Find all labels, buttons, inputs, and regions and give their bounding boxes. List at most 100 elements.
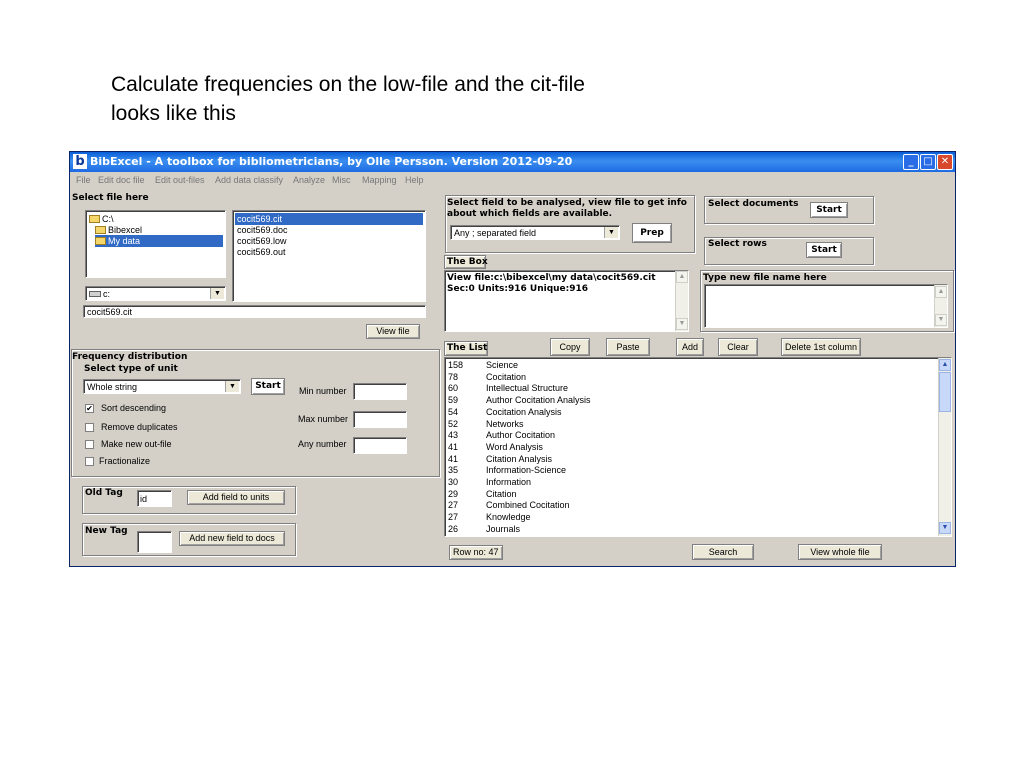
list-item[interactable]: 27 Knowledge	[448, 511, 928, 523]
scroll-up-icon[interactable]: ▲	[935, 286, 947, 298]
minimize-button[interactable]: _	[903, 154, 919, 170]
the-box-line-1: View file:c:\bibexcel\my data\cocit569.c…	[447, 273, 656, 283]
menu-analyze[interactable]: Analyze	[293, 172, 325, 188]
scroll-up-icon[interactable]: ▲	[676, 271, 688, 283]
paste-button[interactable]: Paste	[606, 338, 650, 356]
file-item[interactable]: cocit569.out	[237, 246, 286, 258]
the-list-scrollbar[interactable]: ▲ ▼	[938, 358, 951, 536]
list-item[interactable]: 29 Citation	[448, 488, 928, 500]
the-list[interactable]: 158 Science 78 Cocitation 60 Intellectual Str…	[444, 357, 952, 537]
new-file-name-input[interactable]: ▲ ▼	[704, 284, 948, 328]
scroll-down-icon[interactable]: ▼	[935, 314, 947, 326]
sort-descending-label: Sort descending	[101, 403, 167, 413]
title-bar[interactable]: b BibExcel - A toolbox for bibliometrici…	[70, 152, 955, 172]
make-new-out-file-label: Make new out-file	[101, 439, 172, 449]
chevron-down-icon[interactable]: ▼	[225, 381, 239, 392]
list-item[interactable]: 26 Journals	[448, 523, 928, 535]
folder-list[interactable]: C:\ Bibexcel My data	[85, 210, 226, 278]
menu-add-data-classify[interactable]: Add data classify	[215, 172, 283, 188]
add-button[interactable]: Add	[676, 338, 704, 356]
field-select[interactable]: Any ; separated field ▼	[450, 225, 620, 240]
list-item-term: Cocitation Analysis	[486, 406, 562, 417]
delete-first-column-button[interactable]: Delete 1st column	[781, 338, 861, 356]
list-item-count: 60	[448, 383, 459, 394]
chevron-down-icon[interactable]: ▼	[604, 227, 618, 238]
scroll-down-icon[interactable]: ▼	[939, 522, 951, 534]
sort-descending-checkbox[interactable]: ✔	[85, 404, 94, 413]
the-box-text[interactable]: View file:c:\bibexcel\my data\cocit569.c…	[444, 270, 689, 332]
scroll-down-icon[interactable]: ▼	[676, 318, 688, 330]
remove-duplicates-checkbox[interactable]	[85, 423, 94, 432]
prep-button[interactable]: Prep	[632, 223, 672, 243]
remove-duplicates-label: Remove duplicates	[101, 422, 178, 432]
select-rows-start-button[interactable]: Start	[806, 242, 842, 258]
filename-value: cocit569.cit	[87, 307, 133, 317]
make-new-out-file-checkbox[interactable]	[85, 440, 94, 449]
list-item-term: Cocitation	[486, 371, 527, 382]
old-tag-input[interactable]: id	[137, 490, 172, 507]
close-button[interactable]: ✕	[937, 154, 953, 170]
select-documents-start-button[interactable]: Start	[810, 202, 848, 218]
unit-type-heading: Select type of unit	[84, 364, 178, 374]
frequency-start-button[interactable]: Start	[251, 378, 285, 395]
file-list[interactable]: cocit569.cit cocit569.doc cocit569.low c…	[232, 210, 426, 302]
list-item[interactable]: 59 Author Cocitation Analysis	[448, 394, 928, 406]
drive-select[interactable]: c: ▼	[85, 286, 226, 301]
fractionalize-checkbox[interactable]	[85, 457, 94, 466]
list-item[interactable]: 78 Cocitation	[448, 371, 928, 383]
list-item-count: 29	[448, 488, 459, 499]
view-file-button[interactable]: View file	[366, 324, 420, 339]
the-box-line-2: Sec:0 Units:916 Unique:916	[447, 284, 589, 294]
min-number-input[interactable]	[353, 383, 407, 400]
chevron-down-icon[interactable]: ▼	[210, 288, 224, 299]
list-item-count: 54	[448, 406, 459, 417]
list-item[interactable]: 43 Author Cocitation	[448, 429, 928, 441]
app-icon: b	[73, 154, 87, 169]
the-box-scrollbar[interactable]: ▲ ▼	[675, 271, 688, 331]
menu-help[interactable]: Help	[405, 172, 424, 188]
list-item[interactable]: 41 Citation Analysis	[448, 453, 928, 465]
scroll-up-icon[interactable]: ▲	[939, 359, 951, 371]
new-file-name-scrollbar[interactable]: ▲ ▼	[934, 285, 947, 327]
bibexcel-window: b BibExcel - A toolbox for bibliometrici…	[69, 151, 956, 567]
list-item[interactable]: 27 Combined Cocitation	[448, 499, 928, 511]
new-tag-input[interactable]	[137, 531, 172, 553]
list-item[interactable]: 35 Information-Science	[448, 464, 928, 476]
list-item-term: Author Cocitation	[486, 430, 556, 441]
menu-file[interactable]: File	[76, 172, 91, 188]
filename-field[interactable]: cocit569.cit	[83, 305, 426, 318]
add-new-field-to-docs-button[interactable]: Add new field to docs	[179, 531, 285, 546]
folder-item-selected[interactable]: My data	[95, 235, 223, 247]
menu-bar: File Edit doc file Edit out-files Add da…	[70, 172, 955, 188]
list-item[interactable]: 54 Cocitation Analysis	[448, 406, 928, 418]
unit-type-select[interactable]: Whole string ▼	[83, 379, 241, 394]
add-field-to-units-button[interactable]: Add field to units	[187, 490, 285, 505]
any-number-label: Any number	[298, 439, 347, 449]
menu-mapping[interactable]: Mapping	[362, 172, 397, 188]
max-number-input[interactable]	[353, 411, 407, 428]
list-item-count: 27	[448, 500, 459, 511]
view-whole-file-button[interactable]: View whole file	[798, 544, 882, 560]
any-number-input[interactable]	[353, 437, 407, 454]
menu-edit-out-files[interactable]: Edit out-files	[155, 172, 205, 188]
maximize-button[interactable]: □	[920, 154, 936, 170]
search-button[interactable]: Search	[692, 544, 754, 560]
list-item-term: Science	[486, 360, 519, 370]
list-item[interactable]: 52 Networks	[448, 418, 928, 430]
list-item[interactable]: 60 Intellectual Structure	[448, 382, 928, 394]
list-item-term: Author Cocitation Analysis	[486, 395, 591, 406]
menu-edit-doc-file[interactable]: Edit doc file	[98, 172, 145, 188]
menu-misc[interactable]: Misc	[332, 172, 351, 188]
clear-button[interactable]: Clear	[718, 338, 758, 356]
list-item[interactable]: 30 Information	[448, 476, 928, 488]
list-item-count: 41	[448, 453, 459, 464]
list-item-term: Combined Cocitation	[486, 500, 570, 511]
new-file-name-label: Type new file name here	[703, 273, 827, 283]
list-item[interactable]: 41 Word Analysis	[448, 441, 928, 453]
select-file-heading: Select file here	[72, 193, 149, 203]
slide-caption: Calculate frequencies on the low-file an…	[111, 70, 751, 128]
list-item[interactable]: 158 Science	[448, 359, 928, 371]
copy-button[interactable]: Copy	[550, 338, 590, 356]
scroll-thumb[interactable]	[939, 372, 951, 412]
frequency-heading: Frequency distribution	[72, 352, 188, 362]
